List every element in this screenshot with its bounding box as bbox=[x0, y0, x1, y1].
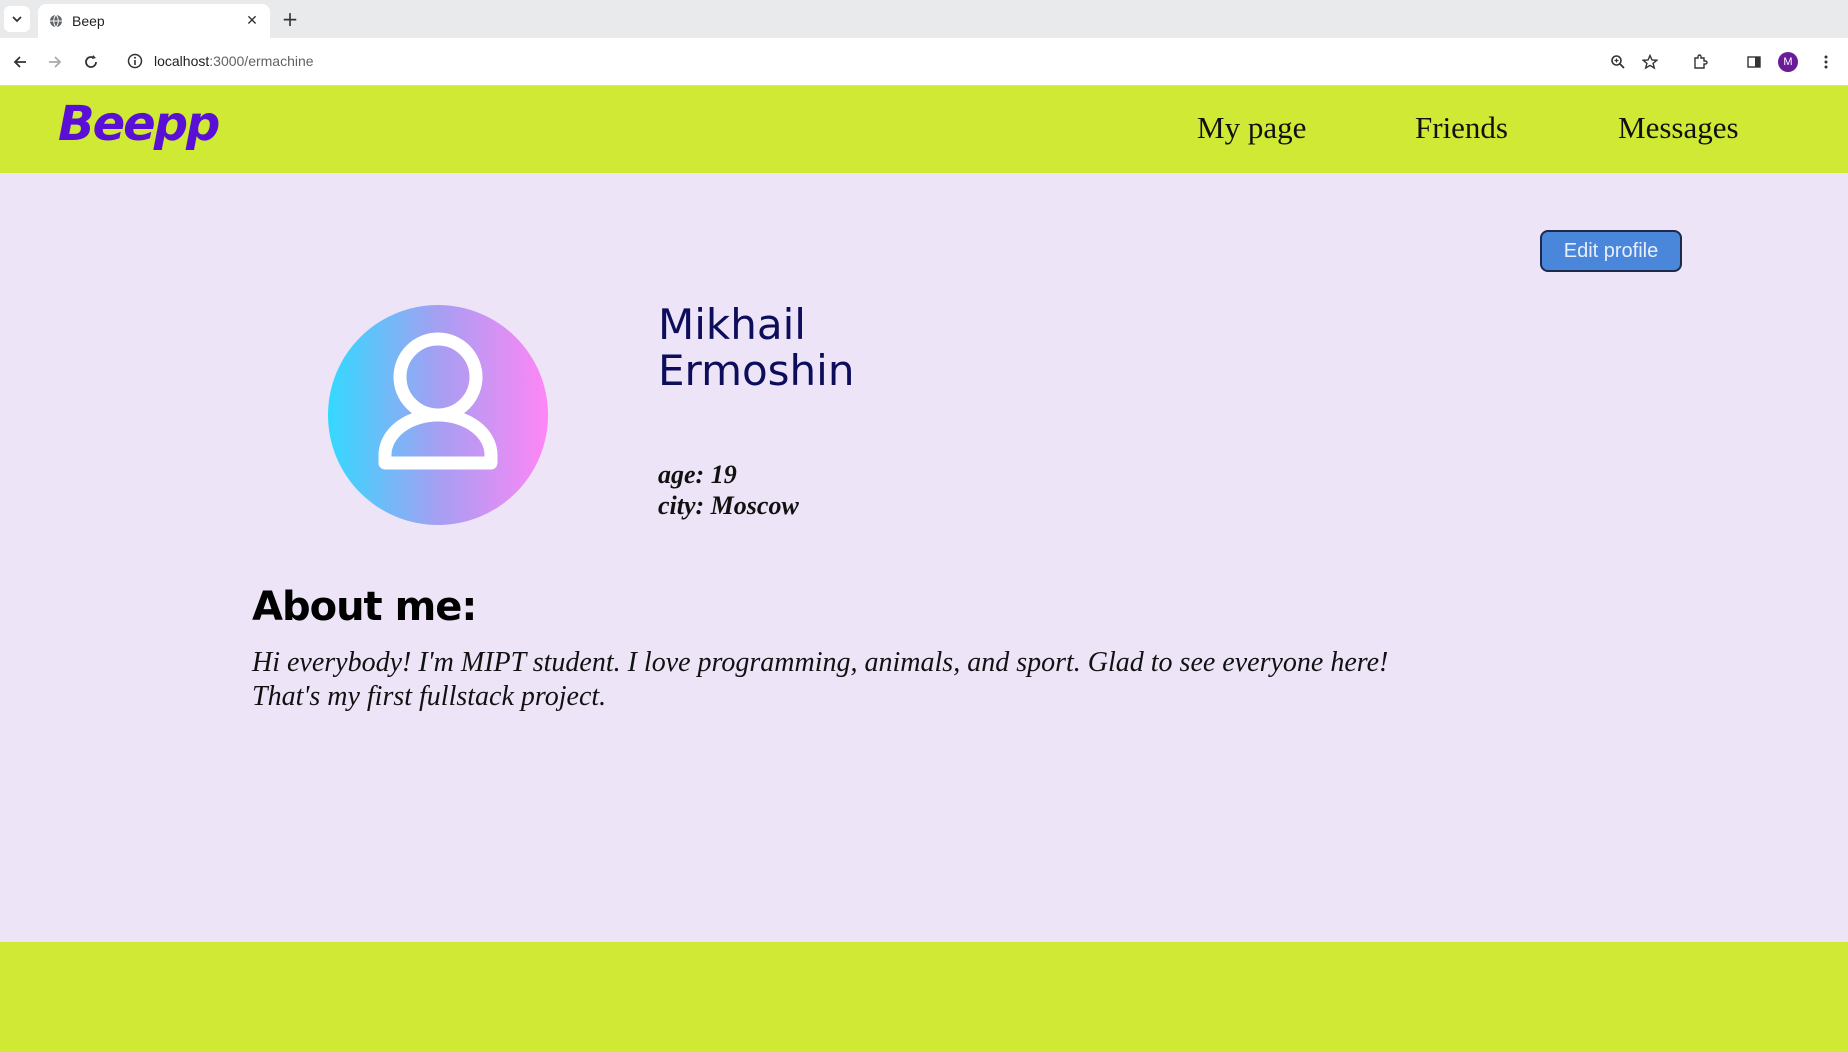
browser-toolbar: localhost:3000/ermachine M bbox=[0, 38, 1848, 86]
close-icon[interactable]: ✕ bbox=[242, 11, 262, 31]
extensions-icon[interactable] bbox=[1688, 50, 1712, 74]
star-icon[interactable] bbox=[1638, 50, 1662, 74]
profile-age: age: 19 bbox=[658, 460, 737, 489]
browser-tab[interactable]: Beep ✕ bbox=[38, 4, 270, 38]
user-icon bbox=[378, 332, 498, 470]
reload-icon[interactable] bbox=[78, 49, 104, 75]
about-text: Hi everybody! I'm MIPT student. I love p… bbox=[252, 647, 1389, 712]
profile-name: Mikhail Ermoshin bbox=[658, 302, 854, 394]
first-name: Mikhail bbox=[658, 300, 806, 349]
profile-city: city: Moscow bbox=[658, 491, 799, 520]
nav-messages[interactable]: Messages bbox=[1618, 110, 1739, 146]
address-bar[interactable]: localhost:3000/ermachine bbox=[118, 44, 1678, 78]
url-text: localhost:3000/ermachine bbox=[154, 53, 314, 69]
browser-profile-avatar[interactable]: M bbox=[1778, 52, 1798, 72]
edit-profile-button[interactable]: Edit profile bbox=[1540, 230, 1682, 272]
about-heading: About me: bbox=[252, 584, 477, 630]
back-icon[interactable] bbox=[7, 49, 33, 75]
plus-icon[interactable]: + bbox=[278, 7, 302, 31]
forward-icon[interactable] bbox=[42, 49, 68, 75]
tab-title: Beep bbox=[72, 13, 105, 29]
last-name: Ermoshin bbox=[658, 346, 855, 395]
menu-icon[interactable] bbox=[1814, 50, 1838, 74]
nav-friends[interactable]: Friends bbox=[1415, 110, 1508, 146]
site-footer bbox=[0, 942, 1848, 1052]
sidepanel-icon[interactable] bbox=[1742, 50, 1766, 74]
avatar bbox=[328, 305, 548, 525]
zoom-icon[interactable] bbox=[1606, 50, 1630, 74]
nav-my-page[interactable]: My page bbox=[1197, 110, 1306, 146]
tab-list-icon[interactable] bbox=[4, 6, 30, 32]
globe-icon bbox=[48, 13, 64, 29]
browser-tab-bar: Beep ✕ + bbox=[0, 0, 1848, 38]
info-icon[interactable] bbox=[126, 52, 144, 70]
site-header: Beepp My page Friends Messages bbox=[0, 86, 1848, 173]
site-logo[interactable]: Beepp bbox=[58, 96, 220, 152]
